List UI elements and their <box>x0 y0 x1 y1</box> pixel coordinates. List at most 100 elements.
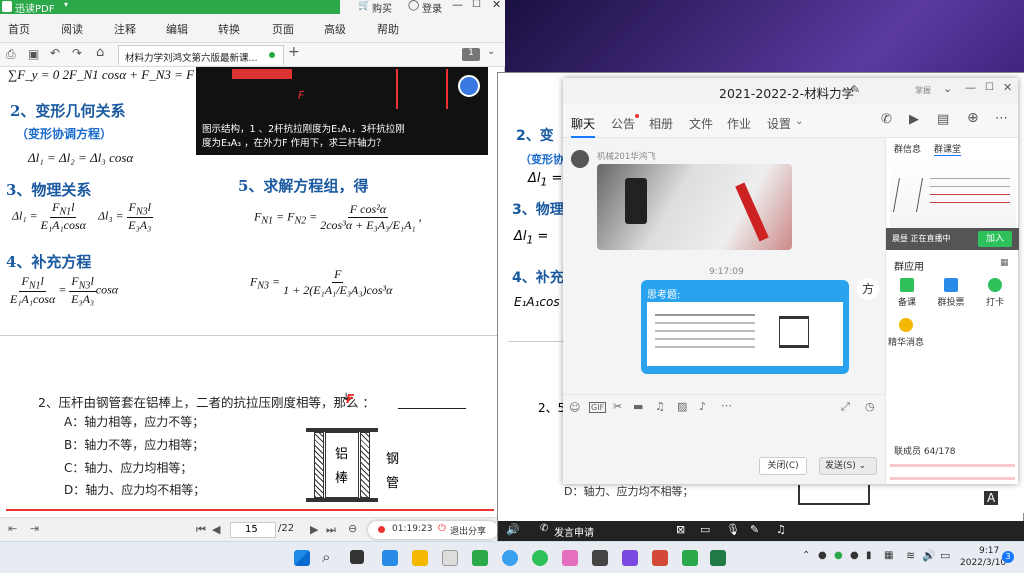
tray-app-icon[interactable]: ● <box>850 550 859 561</box>
edit-icon[interactable]: ✎ <box>750 523 759 536</box>
bell-icon[interactable]: ♪ <box>699 400 706 413</box>
clock-date[interactable]: 2022/3/10 <box>960 558 1006 568</box>
tray-qq-icon[interactable]: ● <box>818 550 827 561</box>
maximize-icon[interactable]: ☐ <box>985 82 994 93</box>
user-icon[interactable]: ◯ <box>408 0 419 11</box>
browser-icon[interactable] <box>532 550 548 566</box>
start-icon[interactable] <box>294 550 310 566</box>
tab-chat[interactable]: 聊天 <box>571 115 596 138</box>
send-options-icon[interactable]: ⌄ <box>859 461 867 471</box>
task-view-icon[interactable] <box>350 550 364 564</box>
close-icon[interactable]: ✕ <box>492 0 501 11</box>
file-explorer-icon[interactable] <box>412 550 428 566</box>
app-photos-icon[interactable] <box>562 550 578 566</box>
gif-icon[interactable]: GIF <box>589 402 607 413</box>
cart-icon[interactable]: 🛒 <box>358 0 370 11</box>
classroom-icon[interactable]: ▤ <box>937 112 949 127</box>
prev-page-icon[interactable]: ◀ <box>212 523 220 536</box>
clock-time[interactable]: 9:17 <box>979 546 999 556</box>
my-message-bubble[interactable]: 思考题: <box>641 280 849 374</box>
tab-album[interactable]: 相册 <box>649 115 673 132</box>
home-icon[interactable]: ⌂ <box>96 45 104 60</box>
zoom-out-icon[interactable]: ⊖ <box>348 522 357 535</box>
settings-chevron-icon[interactable]: ⌄ <box>795 116 803 127</box>
music-icon[interactable]: ♫ <box>776 523 786 536</box>
save-icon[interactable]: ▣ <box>28 47 39 61</box>
menu-home[interactable]: 首页 <box>8 21 30 37</box>
my-avatar[interactable]: 方 <box>857 278 879 300</box>
speaker-icon[interactable]: 🔊 <box>506 523 520 536</box>
menu-advanced[interactable]: 高级 <box>324 21 346 37</box>
app-prepare[interactable]: 备课 <box>890 278 924 308</box>
more-icon[interactable]: ⋯ <box>995 111 1008 126</box>
tab-files[interactable]: 文件 <box>689 115 713 132</box>
class-preview[interactable] <box>890 156 1016 228</box>
volume-icon[interactable]: 🔊 <box>922 549 936 562</box>
menu-page[interactable]: 页面 <box>272 21 294 37</box>
new-tab-icon[interactable]: + <box>288 44 300 60</box>
call-icon[interactable]: ✆ <box>881 112 892 127</box>
tab-group-info[interactable]: 群信息 <box>894 142 921 155</box>
screen-icon[interactable]: ▭ <box>700 523 710 536</box>
phone-icon[interactable]: ✆ <box>540 523 548 534</box>
apps-grid-icon[interactable]: ▦ <box>1000 258 1009 268</box>
tray-wechat-icon[interactable]: ● <box>834 550 843 561</box>
maximize-icon[interactable]: ☐ <box>472 0 481 10</box>
app-wps-icon[interactable] <box>442 550 458 566</box>
image-icon[interactable]: ▨ <box>677 400 687 413</box>
join-button[interactable]: 加入 <box>978 231 1012 247</box>
scissors-icon[interactable]: ✂ <box>613 400 622 413</box>
doc-tab[interactable]: 材料力学刘鸿文第六版最新课... <box>118 45 284 65</box>
chevron-down-icon[interactable]: ⌄ <box>943 82 952 95</box>
history-icon[interactable]: ◷ <box>865 400 875 413</box>
tab-settings[interactable]: 设置 <box>767 115 791 132</box>
avatar[interactable] <box>571 150 589 168</box>
menu-edit[interactable]: 编辑 <box>166 21 188 37</box>
close-icon[interactable]: ✕ <box>1003 81 1012 94</box>
undo-icon[interactable]: ↶ <box>50 46 60 60</box>
app-media-icon[interactable] <box>592 550 608 566</box>
app-class-icon[interactable] <box>622 550 638 566</box>
exit-fullscreen-icon[interactable]: ⇤ <box>8 522 17 535</box>
page-input[interactable]: 15 <box>230 522 276 538</box>
speak-request-button[interactable]: 发言申请 <box>554 524 594 539</box>
print-icon[interactable]: ⎙ <box>6 47 16 62</box>
notification-badge[interactable]: 3 <box>1002 551 1014 563</box>
edit-title-icon[interactable]: ✎ <box>851 83 860 96</box>
send-button[interactable]: 发送(S) ⌄ <box>819 457 877 475</box>
widgets-icon[interactable] <box>382 550 398 566</box>
buy-link[interactable]: 购买 <box>372 0 392 15</box>
music-icon[interactable]: ♫ <box>655 400 665 413</box>
folder-icon[interactable]: ▬ <box>633 400 643 413</box>
first-page-icon[interactable]: ⏮ <box>196 523 206 537</box>
last-page-icon[interactable]: ⏭ <box>326 523 336 537</box>
tray-ime-icon[interactable]: ▦ <box>884 550 893 561</box>
more-tools-icon[interactable]: ⋯ <box>721 399 732 412</box>
tab-homework[interactable]: 作业 <box>727 115 751 132</box>
app-cloud-icon[interactable] <box>502 550 518 566</box>
tray-input-icon[interactable]: ▮ <box>866 550 872 561</box>
wifi-icon[interactable]: ≋ <box>906 549 915 562</box>
chevron-down-icon[interactable]: ⌄ <box>487 46 495 57</box>
tab-notice[interactable]: 公告 <box>611 115 635 132</box>
close-button[interactable]: 关闭(C) <box>759 457 807 475</box>
app-vote[interactable]: 群投票 <box>934 278 968 308</box>
next-page-icon[interactable]: ▶ <box>310 523 318 536</box>
tray-chevron-icon[interactable]: ⌃ <box>802 550 810 561</box>
login-link[interactable]: 登录 <box>422 0 442 15</box>
minimize-icon[interactable]: — <box>965 81 976 94</box>
app-pdf-icon[interactable] <box>682 550 698 566</box>
powerpoint-icon[interactable] <box>652 550 668 566</box>
tab-group-class[interactable]: 群课堂 <box>934 142 962 156</box>
search-icon[interactable]: ⌕ <box>322 548 330 566</box>
menu-convert[interactable]: 转换 <box>218 21 240 37</box>
app-reader-icon[interactable] <box>472 550 488 566</box>
menu-annotate[interactable]: 注释 <box>114 21 136 37</box>
app-essence[interactable]: 精华消息 <box>886 318 926 348</box>
exit-share-button[interactable]: 退出分享 <box>450 524 486 537</box>
menu-read[interactable]: 阅读 <box>61 21 83 37</box>
battery-icon[interactable]: ▭ <box>940 549 950 562</box>
app-checkin[interactable]: 打卡 <box>978 278 1012 308</box>
add-icon[interactable]: ⊕ <box>967 110 979 126</box>
app-dropdown-icon[interactable]: ▾ <box>64 0 68 9</box>
